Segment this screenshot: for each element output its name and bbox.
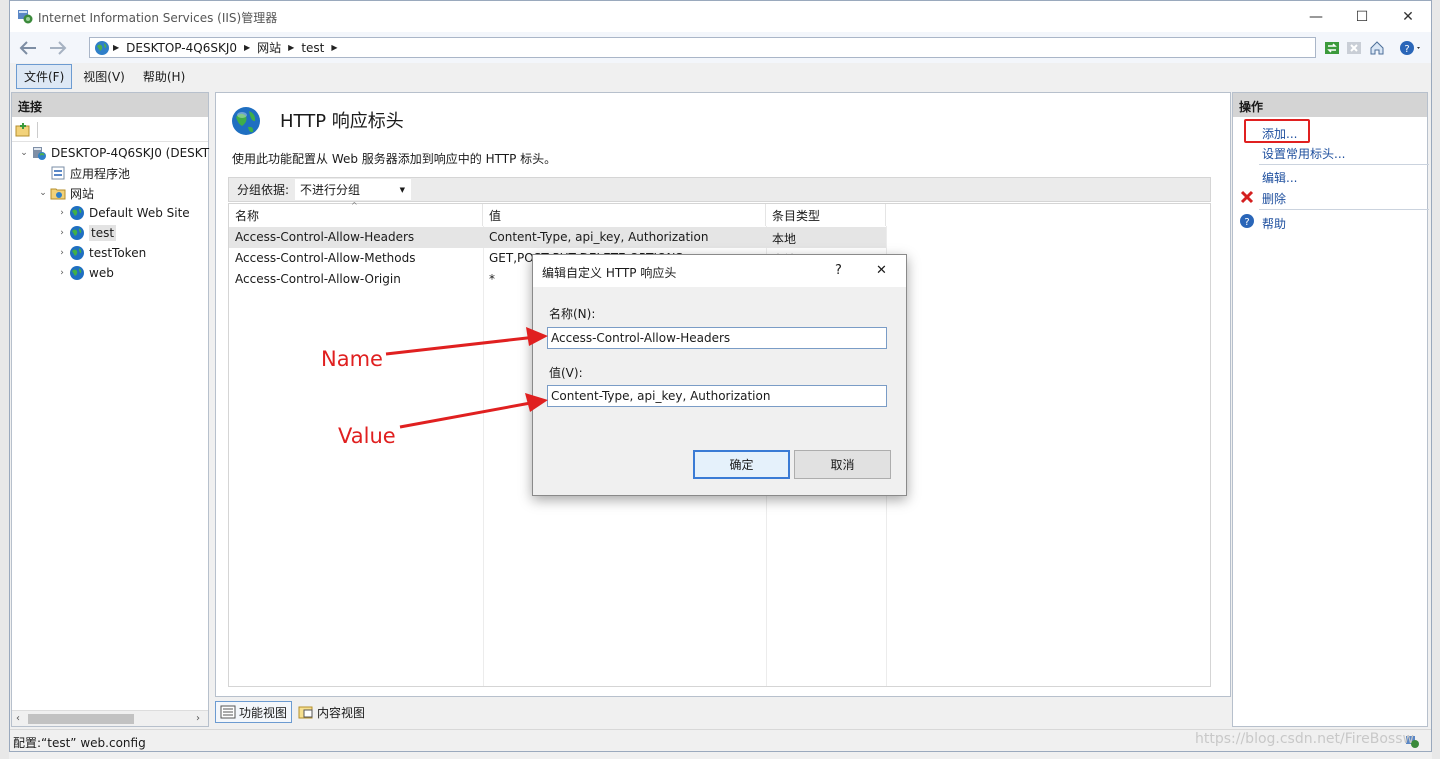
annotation-arrows bbox=[385, 327, 548, 429]
watermark: https://blog.csdn.net/FireBossw bbox=[1195, 731, 1414, 747]
arrow-to-name-field bbox=[385, 327, 548, 356]
arrow-to-value-field bbox=[399, 393, 548, 429]
